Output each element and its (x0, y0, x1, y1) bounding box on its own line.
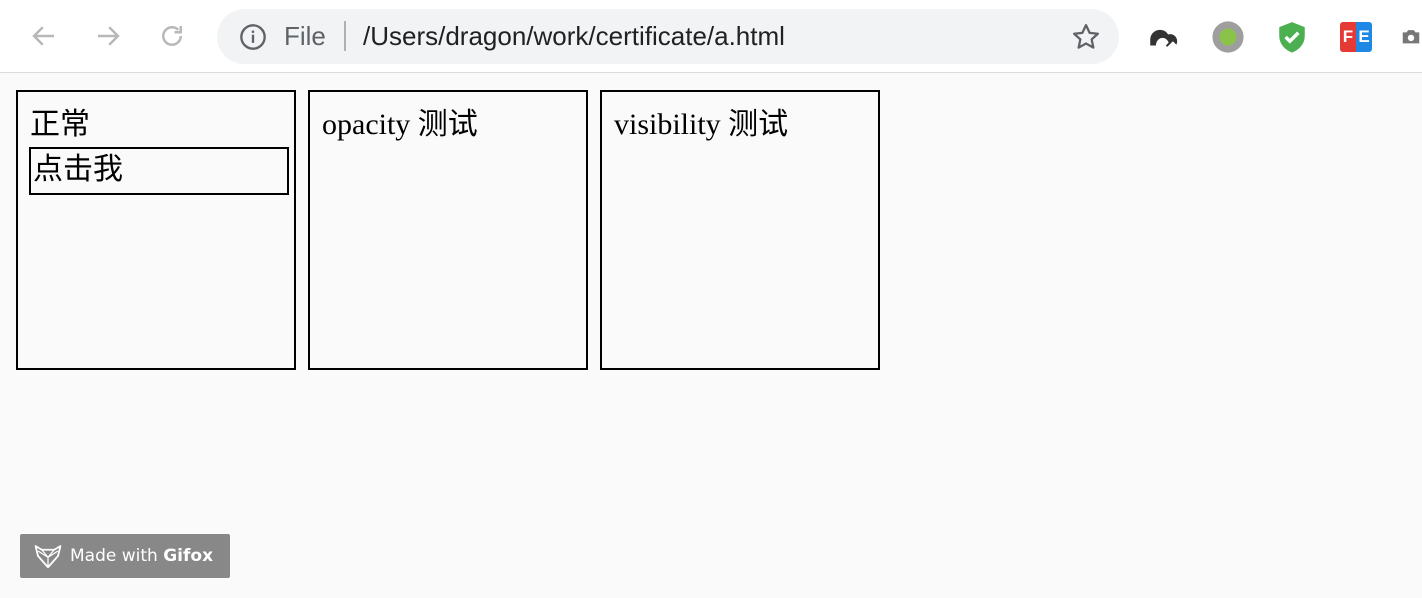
gifox-text: Made with Gifox (70, 546, 213, 566)
gifox-prefix: Made with (70, 546, 164, 566)
shield-check-icon (1279, 22, 1305, 53)
extension-green-dot[interactable] (1211, 20, 1245, 54)
normal-box: 正常 点击我 (16, 90, 296, 370)
reload-button[interactable] (154, 18, 190, 54)
fox-logo-icon (34, 545, 62, 569)
extension-shield[interactable] (1275, 20, 1309, 54)
extension-fe-helper[interactable]: F E (1339, 20, 1373, 54)
opacity-box: opacity 测试 (308, 90, 588, 370)
opacity-box-title: opacity 测试 (322, 108, 478, 141)
extension-cloud-sync[interactable] (1146, 20, 1180, 54)
info-icon[interactable] (239, 23, 267, 51)
address-bar[interactable]: File /Users/dragon/work/certificate/a.ht… (217, 9, 1119, 64)
green-dot-icon (1212, 21, 1244, 53)
scheme-label: File (284, 21, 326, 51)
arrow-right-icon (98, 26, 120, 46)
browser-toolbar: File /Users/dragon/work/certificate/a.ht… (0, 0, 1422, 73)
bookmark-star-icon[interactable] (1071, 22, 1101, 52)
fe-badge-e: E (1356, 22, 1372, 52)
cloud-sync-icon (1150, 29, 1178, 47)
gifox-brand: Gifox (163, 546, 214, 566)
camera-icon (1402, 30, 1420, 44)
visibility-box: visibility 测试 (600, 90, 880, 370)
url-text[interactable]: /Users/dragon/work/certificate/a.html (363, 21, 785, 51)
fe-helper-icon: F E (1340, 22, 1372, 52)
extension-camera[interactable] (1400, 20, 1422, 54)
arrow-left-icon (32, 26, 54, 46)
gifox-watermark: Made with Gifox (20, 534, 230, 578)
back-button[interactable] (26, 18, 62, 54)
forward-button[interactable] (90, 18, 126, 54)
normal-box-title: 正常 (30, 108, 90, 141)
reload-icon (162, 26, 182, 46)
visibility-box-title: visibility 测试 (614, 108, 789, 141)
click-me-button[interactable]: 点击我 (29, 147, 289, 195)
omnibox-divider (344, 21, 346, 51)
fe-badge-f: F (1340, 22, 1356, 52)
